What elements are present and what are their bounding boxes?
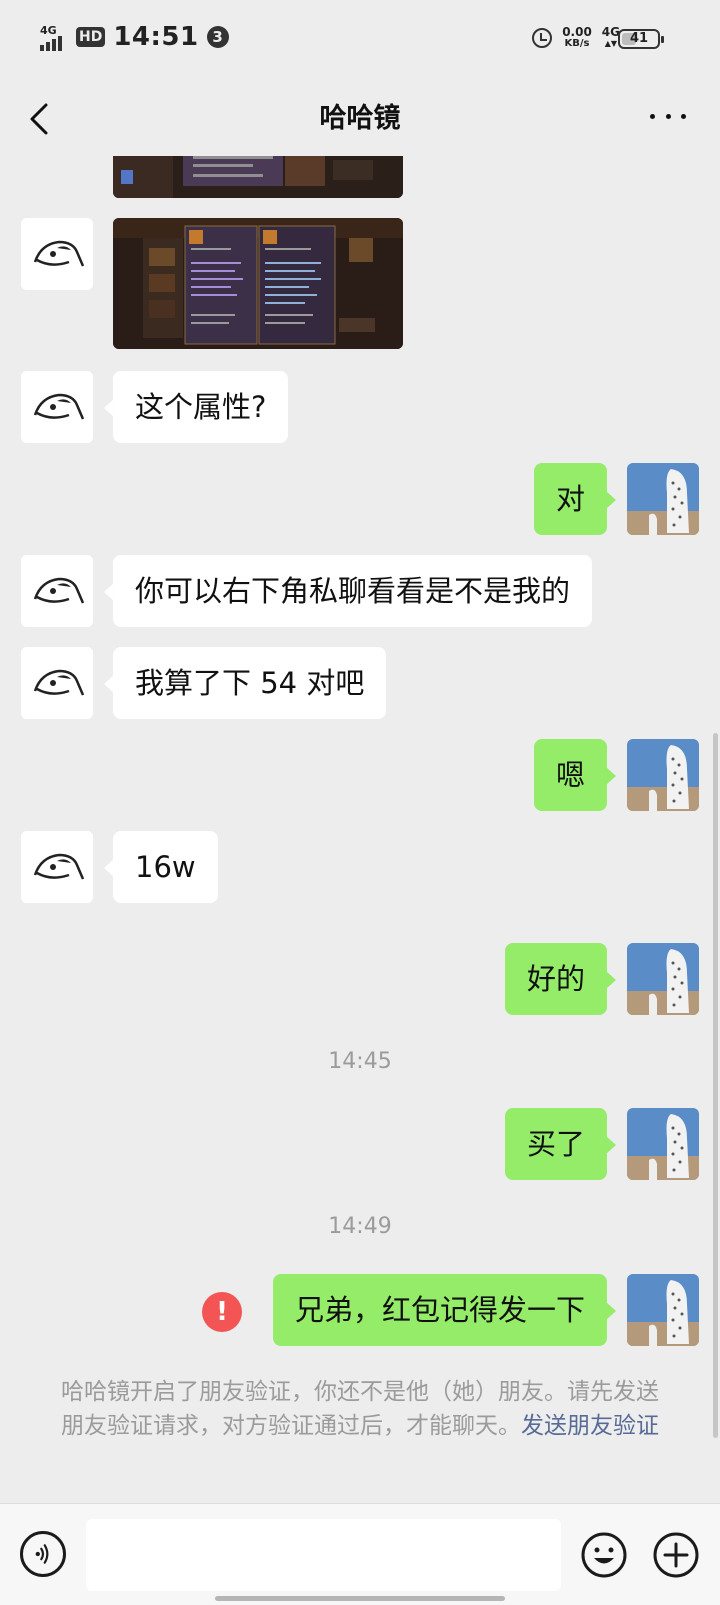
friend-verification-notice: 哈哈镜开启了朋友验证，你还不是他（她）朋友。请先发送朋友验证请求，对方验证通过后…	[60, 1375, 660, 1443]
image-message[interactable]	[113, 218, 403, 349]
message-timestamp: 14:45	[328, 1049, 392, 1074]
network-speed: 0.00 KB/s	[562, 26, 592, 50]
plus-icon[interactable]	[652, 1531, 700, 1579]
contact-avatar[interactable]	[21, 831, 93, 903]
status-bar: 4G HD 14:51 3 0.00 KB/s 4G ▲▼ 41	[0, 0, 720, 82]
notification-count-badge: 3	[206, 26, 229, 48]
self-avatar[interactable]	[627, 739, 699, 811]
self-avatar[interactable]	[627, 1274, 699, 1346]
message-bubble[interactable]: 买了	[504, 1108, 617, 1180]
message-bubble[interactable]: 嗯	[533, 739, 617, 811]
message-bubble[interactable]: 好的	[504, 943, 617, 1015]
message-timestamp: 14:49	[328, 1214, 392, 1239]
battery-icon: 41	[618, 29, 664, 49]
speed-value: 0.00	[562, 25, 592, 39]
message-bubble[interactable]: 兄弟，红包记得发一下	[272, 1274, 617, 1346]
alarm-icon	[532, 28, 553, 48]
image-message[interactable]	[113, 156, 403, 198]
error-icon[interactable]: !	[202, 1292, 242, 1332]
scrollbar[interactable]	[713, 733, 718, 1438]
input-bar	[0, 1503, 720, 1605]
send-verification-link[interactable]: 发送朋友验证	[521, 1413, 659, 1439]
signal-icon: 4G	[38, 23, 68, 51]
message-input[interactable]	[86, 1519, 561, 1591]
self-avatar[interactable]	[627, 1108, 699, 1180]
status-time: 14:51	[113, 22, 199, 52]
home-indicator[interactable]	[215, 1596, 505, 1601]
contact-avatar[interactable]	[21, 555, 93, 627]
chat-title: 哈哈镜	[319, 103, 401, 134]
message-bubble[interactable]: 我算了下 54 对吧	[103, 647, 387, 719]
message-bubble[interactable]: 16w	[104, 831, 218, 903]
message-list[interactable]: 这个属性? 对 你可以右下角私聊看看是不是我的 我算了下 54 对吧 嗯 16w…	[0, 156, 720, 1503]
message-bubble[interactable]: 对	[533, 463, 617, 535]
self-avatar[interactable]	[627, 463, 699, 535]
contact-avatar[interactable]	[21, 218, 93, 290]
contact-avatar[interactable]	[21, 371, 93, 443]
battery-level: 41	[629, 31, 649, 46]
emoji-icon[interactable]	[580, 1531, 628, 1579]
message-bubble[interactable]: 这个属性?	[103, 371, 289, 443]
chat-screen: 4G HD 14:51 3 0.00 KB/s 4G ▲▼ 41 哈哈镜 这个属…	[0, 0, 720, 1605]
speed-unit: KB/s	[564, 38, 590, 49]
more-dots-icon[interactable]	[650, 114, 686, 124]
contact-avatar[interactable]	[21, 647, 93, 719]
self-avatar[interactable]	[627, 943, 699, 1015]
chat-header: 哈哈镜	[0, 82, 720, 156]
hd-badge: HD	[76, 27, 106, 47]
message-bubble[interactable]: 你可以右下角私聊看看是不是我的	[103, 555, 593, 627]
voice-icon[interactable]	[20, 1531, 66, 1577]
